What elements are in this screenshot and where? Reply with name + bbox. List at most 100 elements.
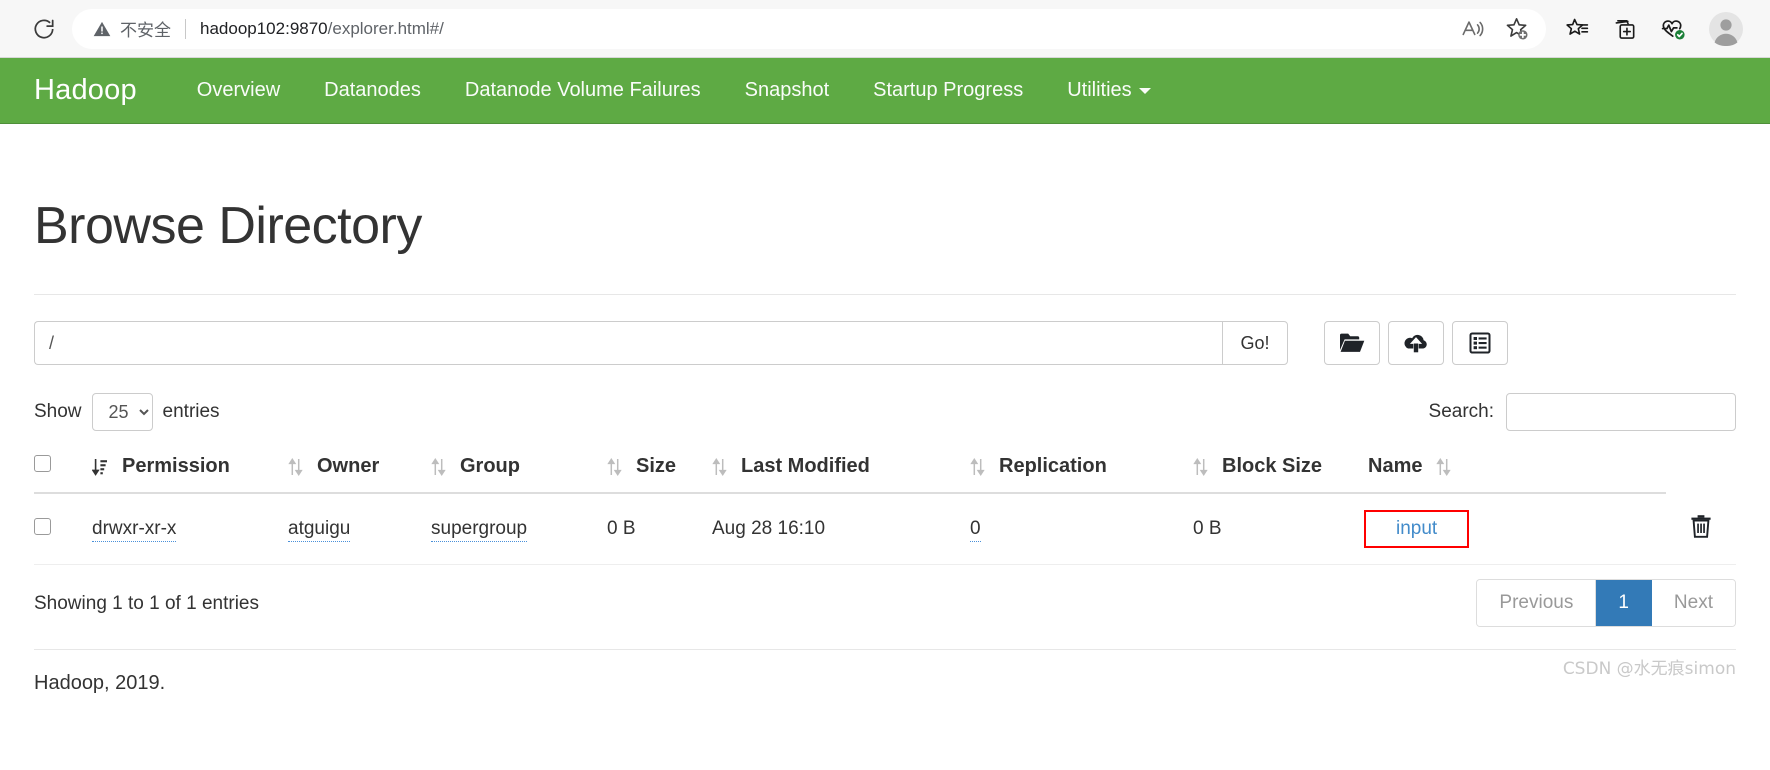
address-bar[interactable]: 不安全 hadoop102:9870/explorer.html#/ (72, 8, 1546, 49)
table-controls: Show 25 entries Search: (34, 393, 1736, 431)
browser-toolbar-actions (1554, 11, 1758, 47)
sort-both-icon (1436, 457, 1452, 476)
row-checkbox[interactable] (34, 517, 51, 535)
nav-item-datanodes[interactable]: Datanodes (302, 79, 443, 102)
cut-paste-button[interactable] (1452, 321, 1508, 365)
warning-triangle-icon (93, 21, 111, 36)
path-input[interactable] (34, 321, 1222, 365)
th-permission[interactable]: Permission (92, 445, 288, 494)
title-divider (34, 294, 1736, 295)
row-select-cell[interactable] (34, 493, 92, 565)
replication-link[interactable]: 0 (970, 518, 981, 542)
cell-size: 0 B (607, 493, 712, 565)
th-replication[interactable]: Replication (970, 445, 1193, 494)
page-length-select[interactable]: 25 (91, 393, 153, 431)
url-host: hadoop102:9870 (200, 18, 328, 38)
open-folder-icon (1340, 333, 1365, 352)
trash-icon[interactable] (1689, 513, 1713, 539)
sort-both-icon (607, 457, 622, 476)
read-aloud-icon[interactable] (1460, 16, 1486, 42)
omnibox-divider (185, 18, 186, 39)
nav-item-overview[interactable]: Overview (175, 79, 302, 102)
path-input-group: Go! (34, 321, 1288, 365)
search-label: Search: (1428, 401, 1494, 422)
upload-files-button[interactable] (1388, 321, 1444, 365)
nav-item-utilities[interactable]: Utilities (1045, 79, 1172, 102)
th-replication-label: Replication (999, 455, 1107, 477)
add-favorite-icon[interactable] (1504, 16, 1530, 42)
hadoop-navbar: Hadoop Overview Datanodes Datanode Volum… (0, 58, 1770, 124)
permission-link[interactable]: drwxr-xr-x (92, 518, 177, 542)
page-content: Browse Directory Go! (0, 196, 1770, 695)
pagination: Previous 1 Next (1476, 579, 1736, 627)
cell-block-size: 0 B (1193, 493, 1368, 565)
reload-icon (34, 18, 54, 39)
th-owner[interactable]: Owner (288, 445, 431, 494)
cloud-upload-icon (1404, 334, 1427, 353)
browser-essentials-icon[interactable] (1660, 16, 1686, 42)
brand-hadoop[interactable]: Hadoop (34, 74, 137, 107)
path-row: Go! (34, 321, 1736, 365)
search-input[interactable] (1506, 393, 1736, 431)
cell-group: supergroup (431, 493, 607, 565)
favorites-icon[interactable] (1564, 16, 1590, 42)
table-row: drwxr-xr-x atguigu supergroup 0 B Aug 28… (34, 493, 1736, 565)
pagination-next[interactable]: Next (1651, 580, 1735, 626)
table-info: Showing 1 to 1 of 1 entries (34, 593, 259, 614)
group-link[interactable]: supergroup (431, 518, 528, 542)
sort-both-icon (288, 457, 303, 476)
th-group[interactable]: Group (431, 445, 607, 494)
file-browser-table: Permission Owner Group Size Last Modifie… (34, 445, 1736, 565)
url-path: /explorer.html#/ (327, 18, 444, 38)
security-status-label: 不安全 (120, 21, 171, 41)
th-owner-label: Owner (317, 455, 380, 477)
cell-replication: 0 (970, 493, 1193, 565)
owner-link[interactable]: atguigu (288, 518, 351, 542)
cell-owner: atguigu (288, 493, 431, 565)
path-action-buttons (1324, 321, 1508, 365)
entries-label: entries (162, 401, 220, 422)
select-all-checkbox[interactable] (34, 455, 51, 472)
show-entries-control: Show 25 entries (34, 393, 220, 431)
url-text: hadoop102:9870/explorer.html#/ (200, 19, 444, 39)
cell-delete[interactable] (1666, 493, 1736, 565)
pagination-page-1[interactable]: 1 (1596, 580, 1652, 626)
nav-item-utilities-label: Utilities (1067, 79, 1132, 101)
sort-both-icon (431, 457, 446, 476)
th-group-label: Group (460, 455, 520, 477)
go-button[interactable]: Go! (1222, 321, 1288, 365)
sort-both-icon (970, 457, 985, 476)
profile-avatar-icon[interactable] (1708, 11, 1744, 47)
show-label: Show (34, 401, 82, 422)
nav-item-snapshot[interactable]: Snapshot (723, 79, 852, 102)
th-block-size-label: Block Size (1222, 455, 1323, 477)
chevron-down-icon (1138, 87, 1151, 94)
collections-icon[interactable] (1612, 16, 1638, 42)
nav-item-startup-progress[interactable]: Startup Progress (851, 79, 1045, 102)
th-last-modified[interactable]: Last Modified (712, 445, 970, 494)
nav-links: Overview Datanodes Datanode Volume Failu… (175, 79, 1173, 102)
nav-item-datanode-volume-failures[interactable]: Datanode Volume Failures (443, 79, 723, 102)
create-directory-button[interactable] (1324, 321, 1380, 365)
table-header-row: Permission Owner Group Size Last Modifie… (34, 445, 1736, 494)
name-highlight-box: input (1364, 510, 1470, 548)
sort-both-icon (712, 457, 727, 476)
page-title: Browse Directory (34, 197, 422, 255)
th-size[interactable]: Size (607, 445, 712, 494)
watermark: CSDN @水无痕simon (1562, 659, 1736, 679)
th-name[interactable]: Name (1368, 445, 1666, 494)
th-last-modified-label: Last Modified (741, 455, 870, 477)
sort-descending-icon (92, 458, 107, 476)
th-select-all[interactable] (34, 445, 92, 494)
th-permission-label: Permission (122, 455, 230, 477)
cell-last-modified: Aug 28 16:10 (712, 493, 970, 565)
cell-name: input (1364, 493, 1666, 565)
th-block-size[interactable]: Block Size (1193, 445, 1368, 494)
list-clipboard-icon (1469, 332, 1491, 354)
file-name-link[interactable]: input (1396, 518, 1437, 539)
table-body: drwxr-xr-x atguigu supergroup 0 B Aug 28… (34, 493, 1736, 565)
pagination-previous[interactable]: Previous (1477, 580, 1597, 626)
reload-button[interactable] (24, 9, 64, 49)
search-control: Search: (1429, 393, 1736, 431)
footer-text: Hadoop, 2019. (34, 672, 166, 694)
